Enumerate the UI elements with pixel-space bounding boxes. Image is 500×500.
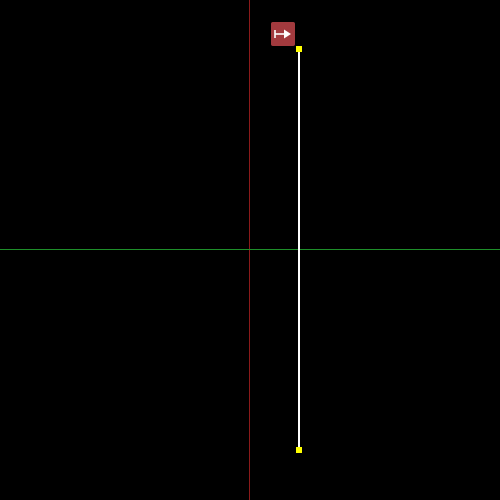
arrow-right-from-bar-icon xyxy=(274,29,291,39)
segment-end-handle[interactable] xyxy=(296,447,302,453)
y-axis-line xyxy=(249,0,250,500)
x-axis-line xyxy=(0,249,500,250)
drawing-canvas[interactable] xyxy=(0,0,500,500)
line-segment[interactable] xyxy=(298,49,300,450)
segment-start-handle[interactable] xyxy=(296,46,302,52)
segment-tool-button[interactable] xyxy=(271,22,295,46)
